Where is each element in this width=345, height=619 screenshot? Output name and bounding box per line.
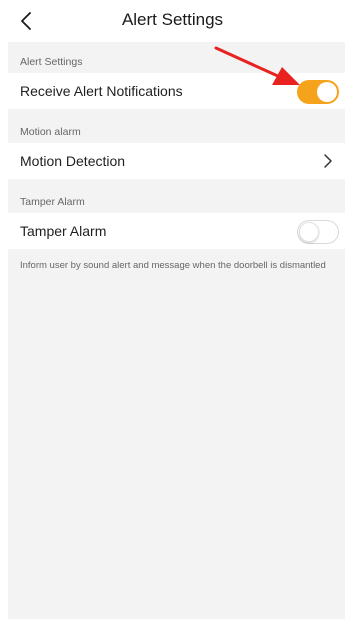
tamper-alarm-row: Tamper Alarm [8, 213, 345, 249]
tamper-alarm-toggle[interactable] [297, 220, 339, 244]
section-label-tamper-alarm: Tamper Alarm [20, 196, 85, 208]
tamper-alarm-description: Inform user by sound alert and message w… [20, 260, 326, 271]
receive-alert-notifications-toggle[interactable] [297, 80, 339, 104]
toggle-knob [317, 82, 337, 102]
section-label-motion-alarm: Motion alarm [20, 126, 81, 138]
page-title: Alert Settings [121, 10, 224, 29]
chevron-right-icon [324, 154, 332, 168]
motion-detection-label: Motion Detection [20, 153, 126, 169]
tamper-alarm-label: Tamper Alarm [20, 223, 107, 239]
receive-alert-notifications-label: Receive Alert Notifications [20, 83, 183, 99]
receive-alert-notifications-row: Receive Alert Notifications [8, 73, 345, 109]
section-label-alert-settings: Alert Settings [20, 56, 83, 68]
toggle-knob [299, 222, 319, 242]
motion-detection-row[interactable]: Motion Detection [8, 143, 345, 179]
top-bar: Alert Settings [0, 0, 345, 42]
settings-list: Alert Settings Receive Alert Notificatio… [8, 42, 345, 619]
